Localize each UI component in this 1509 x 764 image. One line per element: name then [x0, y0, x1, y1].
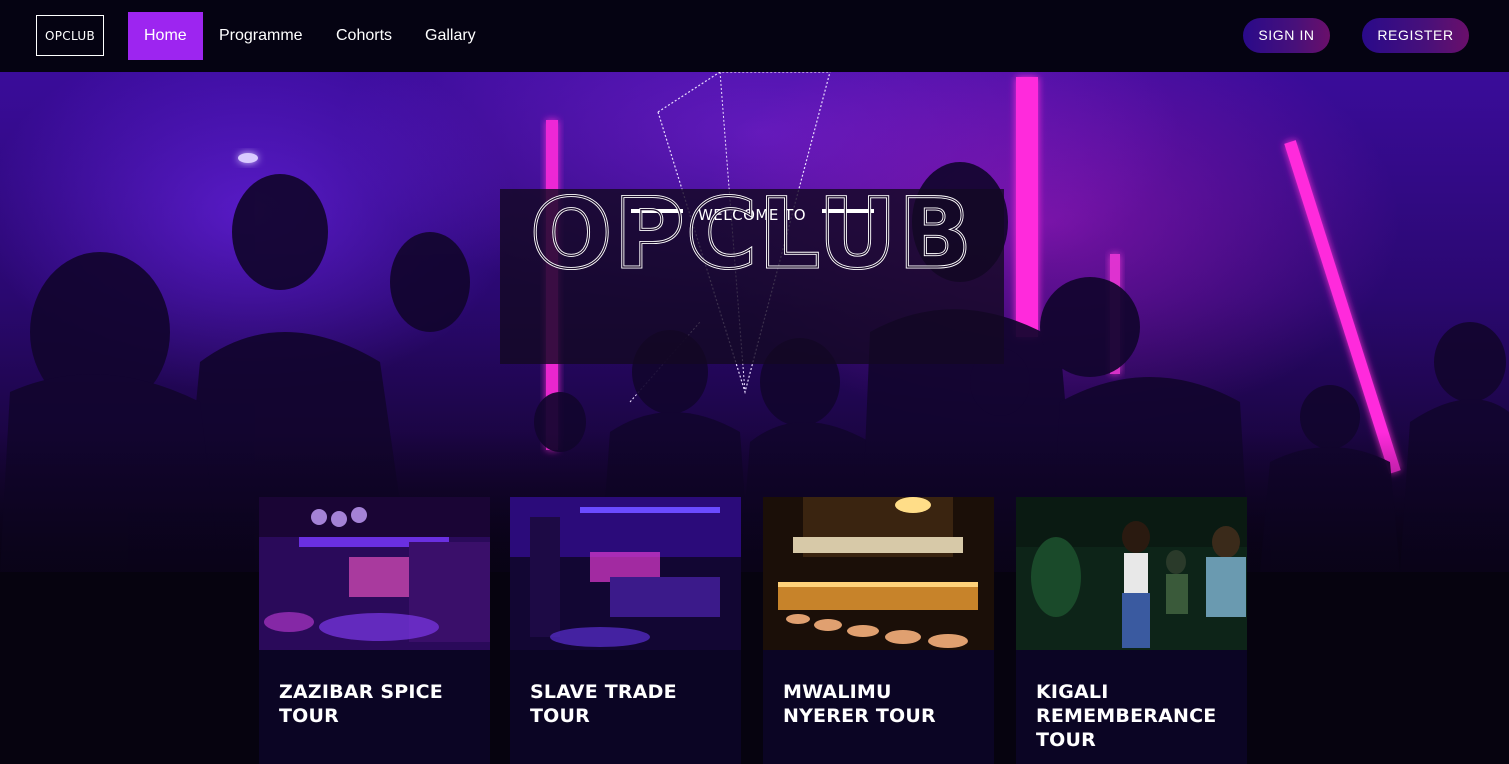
nav-link-cohorts[interactable]: Cohorts [320, 12, 408, 60]
card-image-purple-lounge [259, 497, 490, 650]
hero-banner: WELCOME TO OPCLUB OPCLUB [0, 72, 1509, 572]
welcome-panel: WELCOME TO OPCLUB OPCLUB [500, 189, 1004, 364]
tour-card[interactable]: ZAZIBAR SPICE TOUR [259, 497, 490, 764]
svg-text:OPCLUB: OPCLUB [530, 189, 973, 290]
sign-in-button[interactable]: SIGN IN [1243, 18, 1330, 53]
hero-title: OPCLUB OPCLUB [529, 189, 973, 292]
hero-bottom-fade [0, 432, 1509, 572]
card-title: ZAZIBAR SPICE TOUR [279, 681, 443, 727]
tour-card[interactable]: SLAVE TRADE TOUR [510, 497, 741, 764]
tour-card[interactable]: KIGALI REMEMBERANCE TOUR [1016, 497, 1247, 764]
nav-link-programme[interactable]: Programme [203, 12, 319, 60]
card-title: KIGALI REMEMBERANCE TOUR [1036, 681, 1217, 751]
page-bottom-background [0, 572, 1509, 764]
card-title: MWALIMU NYERER TOUR [783, 681, 936, 727]
card-image-golden-bar [763, 497, 994, 650]
card-title: SLAVE TRADE TOUR [530, 681, 677, 727]
card-image-dancers [1016, 497, 1247, 650]
tour-card[interactable]: MWALIMU NYERER TOUR [763, 497, 994, 764]
top-navbar: OPCLUB Home Programme Cohorts Gallary SI… [0, 0, 1509, 72]
card-image-blue-bar [510, 497, 741, 650]
nav-link-gallary[interactable]: Gallary [409, 12, 492, 60]
site-logo[interactable]: OPCLUB [36, 15, 104, 56]
nav-link-home[interactable]: Home [128, 12, 203, 60]
register-button[interactable]: REGISTER [1362, 18, 1469, 53]
